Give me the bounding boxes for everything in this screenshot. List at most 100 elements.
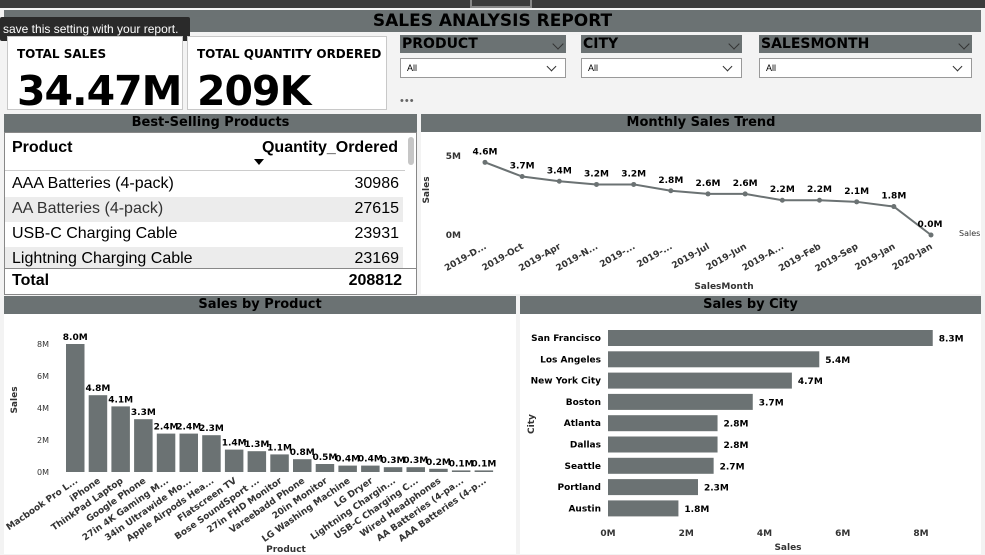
table-total-row: Total 208812 [5, 268, 416, 294]
table-row[interactable]: AA Batteries (4-pack) 27615 [5, 197, 403, 222]
chevron-down-icon [952, 61, 963, 72]
data-label: 0.3M [403, 456, 428, 466]
sales-by-city-panel[interactable]: San Francisco 8.3M Los Angeles 5.4M New York… [520, 314, 981, 554]
product-dropdown[interactable]: All [400, 58, 566, 78]
bar [134, 419, 153, 472]
window-top-bar [0, 0, 985, 8]
x-axis-label: Product [266, 545, 306, 554]
kpi-label: TOTAL QUANTITY ORDERED [197, 47, 382, 61]
monthly-trend-panel[interactable]: 5M 0M Sales 4.6M 3.7M 3.4M 3.2M 3.2M 2.8M 2.6M 2.6… [421, 132, 981, 294]
cell-quantity: 30986 [354, 175, 400, 192]
cell-quantity: 23169 [354, 250, 400, 267]
y-tick-label: New York City [531, 377, 602, 387]
slicer-label: SALESMONTH [761, 36, 870, 52]
chevron-down-icon[interactable] [552, 38, 564, 50]
data-label: 2.8M [724, 420, 749, 430]
cell-quantity: 27615 [354, 200, 400, 217]
chevron-down-icon[interactable] [728, 38, 740, 50]
x-tick-label: 0M [600, 529, 615, 539]
sales-by-city-header: Sales by City [520, 296, 981, 314]
kpi-value: 209K [197, 67, 311, 115]
kpi-card-total-quantity[interactable]: TOTAL QUANTITY ORDERED 209K [187, 36, 387, 115]
bar [608, 330, 933, 346]
data-label: 1.8M [684, 505, 709, 515]
bar [608, 393, 753, 410]
dropdown-value: All [407, 63, 418, 73]
data-label: 0.5M [312, 453, 337, 463]
data-point [854, 199, 860, 205]
bar [179, 433, 198, 472]
top-tab-indicator [470, 0, 532, 8]
city-dropdown[interactable]: All [581, 58, 742, 78]
data-label: 2.6M [696, 179, 721, 189]
sales-by-product-chart[interactable]: 0M2M4M6M8MSales8.0MMacbook Pro L...4.8Mi… [4, 314, 516, 555]
data-label: 5.4M [825, 356, 850, 366]
table-row[interactable]: USB-C Charging Cable 23931 [5, 222, 403, 247]
monthly-trend-chart[interactable]: 5M 0M Sales 4.6M 3.7M 3.4M 3.2M 3.2M 2.8M 2.6M 2.6… [421, 132, 981, 294]
data-label: 2.4M [154, 423, 179, 433]
slicer-header-city[interactable]: CITY [581, 35, 742, 53]
chevron-down-icon[interactable] [958, 38, 970, 50]
table-row[interactable]: Lightning Charging Cable 23169 [5, 247, 403, 268]
monthly-trend-header: Monthly Sales Trend [421, 114, 981, 132]
chevron-down-icon [546, 61, 557, 72]
sales-by-city-chart[interactable]: San Francisco 8.3M Los Angeles 5.4M New York… [520, 314, 981, 554]
y-tick-label: 8M [37, 340, 49, 349]
best-selling-table[interactable]: Product Quantity_Ordered AAA Batteries (… [4, 132, 417, 295]
total-label: Total [12, 272, 50, 289]
slicer-header-product[interactable]: PRODUCT [400, 35, 566, 53]
data-point [556, 178, 562, 184]
sales-by-product-panel[interactable]: 0M 2M 4M 6M 8M Sales 8.0M Macbook Pro L... 4.8M i… [4, 314, 516, 555]
bar [293, 459, 312, 472]
dropdown-value: All [766, 63, 777, 73]
bar [202, 435, 221, 472]
y-tick-label: Boston [566, 398, 601, 408]
y-tick-label: Austin [568, 504, 601, 514]
y-tick-label: 2M [37, 436, 49, 445]
data-point [482, 159, 488, 165]
bar [224, 449, 244, 472]
data-point [817, 197, 822, 203]
legend-label: Sales [959, 229, 980, 238]
data-label: 0.2M [426, 458, 451, 468]
data-label: 0.8M [290, 448, 315, 458]
sales-by-city-title: Sales by City [703, 297, 798, 312]
slicer-label: CITY [583, 36, 619, 52]
data-point [519, 174, 525, 180]
data-label: 0.4M [358, 455, 383, 465]
data-label: 1.4M [222, 439, 247, 449]
table-row[interactable]: AAA Batteries (4-pack) 30986 [5, 172, 403, 197]
data-label: 3.4M [547, 166, 572, 176]
column-header-quantity[interactable]: Quantity_Ordered [262, 139, 398, 157]
data-point [705, 191, 711, 197]
salesmonth-dropdown[interactable]: All [759, 58, 972, 78]
data-label: 4.7M [798, 377, 823, 387]
data-label: 4.1M [108, 395, 133, 405]
kpi-card-total-sales[interactable]: TOTAL SALES 34.47M [7, 36, 183, 115]
data-label: 2.4M [176, 423, 201, 433]
cell-product: USB-C Charging Cable [12, 225, 178, 242]
cell-product: AA Batteries (4-pack) [12, 200, 164, 217]
column-header-product[interactable]: Product [12, 139, 72, 157]
slicer-header-salesmonth[interactable]: SALESMONTH [759, 35, 972, 53]
bar [111, 406, 130, 472]
data-label: 0.1M [449, 459, 474, 469]
cell-product: Lightning Charging Cable [12, 250, 193, 267]
bar [338, 465, 357, 472]
slicer-label: PRODUCT [402, 36, 478, 52]
data-point [928, 232, 934, 238]
sort-descending-icon[interactable] [254, 159, 264, 165]
data-label: 3.7M [759, 398, 784, 408]
data-point [668, 188, 674, 194]
y-tick-label: Seattle [565, 462, 601, 472]
data-point [594, 181, 599, 187]
data-label: 2.8M [658, 176, 683, 186]
total-value: 208812 [348, 272, 402, 289]
more-options-icon[interactable]: ••• [400, 95, 415, 107]
table-scrollbar[interactable] [408, 137, 414, 165]
data-label: 2.8M [724, 441, 749, 451]
x-tick-label: 4M [757, 529, 772, 539]
bar [608, 457, 714, 474]
x-axis-label: Sales [774, 543, 801, 553]
data-label: 2.2M [770, 185, 795, 195]
